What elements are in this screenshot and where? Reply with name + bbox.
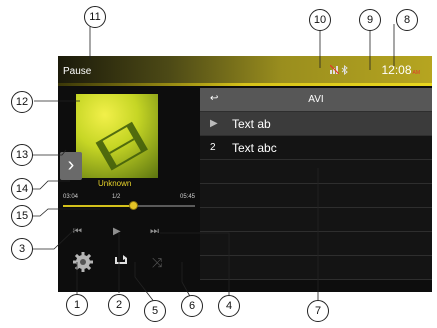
callout-8: 8 bbox=[396, 9, 418, 31]
callout-3: 3 bbox=[11, 238, 33, 260]
callout-7: 7 bbox=[307, 300, 329, 322]
callout-6: 6 bbox=[181, 295, 203, 317]
callout-9: 9 bbox=[359, 9, 381, 31]
callout-15: 15 bbox=[11, 205, 33, 227]
callout-10: 10 bbox=[309, 9, 331, 31]
callout-13: 13 bbox=[11, 144, 33, 166]
callout-leader-lines bbox=[32, 24, 395, 304]
callout-2: 2 bbox=[108, 294, 130, 316]
callout-4: 4 bbox=[218, 295, 240, 317]
callout-11: 11 bbox=[84, 6, 106, 28]
callout-14: 14 bbox=[11, 178, 33, 200]
callout-12: 12 bbox=[11, 91, 33, 113]
callout-1: 1 bbox=[66, 294, 88, 316]
callout-5: 5 bbox=[144, 300, 166, 322]
